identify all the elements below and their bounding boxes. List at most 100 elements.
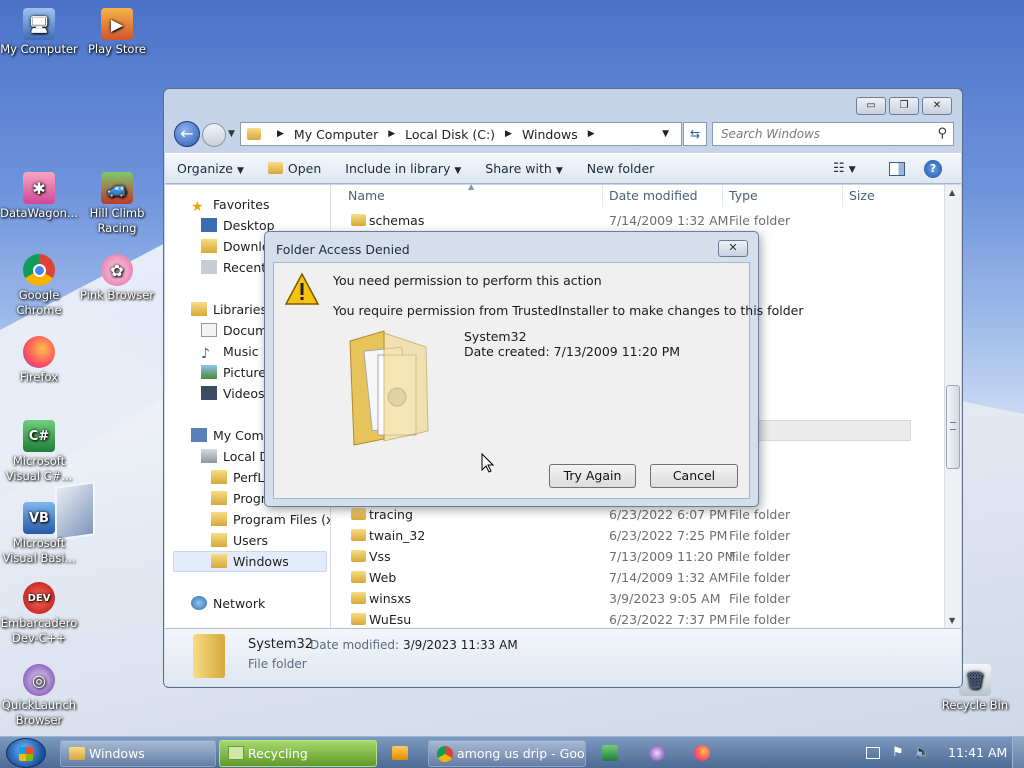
- scroll-up-icon[interactable]: ▲: [949, 188, 955, 197]
- desktop-icon-firefox[interactable]: Firefox: [0, 336, 78, 385]
- search-input[interactable]: Search Windows ⚲: [712, 122, 954, 146]
- forward-button[interactable]: [202, 123, 226, 147]
- table-row[interactable]: winsxs 3/9/2023 9:05 AM File folder: [331, 588, 951, 609]
- show-desktop-button[interactable]: [1012, 737, 1024, 768]
- breadcrumb-windows[interactable]: Windows: [522, 127, 578, 142]
- scroll-down-icon[interactable]: ▼: [949, 616, 955, 625]
- search-icon[interactable]: ⚲: [937, 126, 947, 141]
- vertical-scrollbar[interactable]: ▲ ▼: [944, 185, 961, 628]
- nav-local-disk[interactable]: Local Di: [201, 449, 272, 464]
- taskbar-item-chrome[interactable]: among us drip - Goo...: [428, 740, 586, 767]
- table-row[interactable]: WuEsu 6/23/2022 7:37 PM File folder: [331, 609, 951, 628]
- try-again-button[interactable]: Try Again: [549, 464, 636, 488]
- nav-downloads[interactable]: Downlo: [201, 239, 270, 254]
- desktop-icon-my-computer[interactable]: 🖥 My Computer: [0, 8, 78, 57]
- desktop-icon-pink-browser[interactable]: ✿ Pink Browser: [78, 254, 156, 303]
- nav-perflogs[interactable]: PerfLo: [211, 470, 272, 485]
- nav-videos[interactable]: Videos: [201, 386, 265, 401]
- folder-icon: [211, 512, 227, 526]
- nav-pictures[interactable]: Pictures: [201, 365, 273, 380]
- mouse-cursor-icon: [481, 452, 494, 473]
- chevron-right-icon[interactable]: ▶: [277, 129, 284, 139]
- taskbar-item-windows-explorer[interactable]: Windows: [60, 740, 216, 767]
- desktop-icon-visual-csharp[interactable]: C# Microsoft Visual C#...: [0, 420, 78, 484]
- start-button[interactable]: [6, 738, 46, 768]
- nav-windows[interactable]: Windows: [211, 554, 289, 569]
- quicklaunch-icon[interactable]: [649, 745, 665, 761]
- organize-button[interactable]: Organize ▼: [165, 161, 256, 176]
- table-row[interactable]: twain_32 6/23/2022 7:25 PM File folder: [331, 525, 951, 546]
- firefox-icon[interactable]: [694, 745, 710, 761]
- folder-icon: [351, 550, 366, 562]
- pink-browser-icon: ✿: [101, 254, 133, 286]
- chevron-right-icon[interactable]: ▶: [588, 129, 595, 139]
- scrollbar-thumb[interactable]: [946, 385, 960, 469]
- firefox-icon: [23, 336, 55, 368]
- nav-desktop[interactable]: Desktop: [201, 218, 275, 233]
- row-date: 6/23/2022 7:37 PM: [609, 612, 728, 627]
- refresh-button[interactable]: ⇆: [683, 122, 707, 146]
- help-icon[interactable]: ?: [924, 159, 942, 178]
- nav-network[interactable]: Network: [191, 596, 265, 611]
- folder-icon: [247, 128, 261, 140]
- desktop-icon-play-store[interactable]: ▶ Play Store: [78, 8, 156, 57]
- close-button[interactable]: ✕: [922, 97, 952, 115]
- desktop-icon-devcpp[interactable]: DEV Embarcadero Dev-C++: [0, 582, 78, 646]
- details-date-label: Date modified:: [310, 638, 400, 652]
- chevron-down-icon: ▼: [236, 166, 244, 176]
- nav-libraries[interactable]: Libraries: [191, 302, 267, 317]
- tray-volume-icon[interactable]: 🔈: [914, 745, 930, 760]
- address-bar[interactable]: ▶ My Computer ▶ Local Disk (C:) ▶ Window…: [240, 122, 682, 146]
- column-header-name[interactable]: Name: [331, 185, 603, 207]
- desktop-icon-visual-basic[interactable]: VB Microsoft Visual Basi...: [0, 502, 78, 566]
- address-dropdown-icon[interactable]: ▼: [662, 129, 669, 139]
- open-button[interactable]: Open: [256, 161, 333, 176]
- folder-access-denied-dialog[interactable]: Folder Access Denied ✕ You need permissi…: [264, 231, 803, 507]
- row-type: File folder: [729, 591, 791, 606]
- nav-users[interactable]: Users: [211, 533, 268, 548]
- nav-favorites[interactable]: ★ Favorites: [191, 197, 269, 215]
- desktop-icon-label: QuickLaunch Browser: [1, 698, 77, 727]
- table-row[interactable]: schemas 7/14/2009 1:32 AM File folder: [331, 210, 951, 231]
- table-row[interactable]: Web 7/14/2009 1:32 AM File folder: [331, 567, 951, 588]
- column-header-date[interactable]: Date modified: [603, 185, 723, 207]
- back-button[interactable]: ←: [174, 121, 200, 147]
- chevron-right-icon[interactable]: ▶: [388, 129, 395, 139]
- media-player-icon[interactable]: [392, 746, 408, 760]
- table-row[interactable]: Vss 7/13/2009 11:20 PM File folder: [331, 546, 951, 567]
- nav-music[interactable]: ♪ Music: [201, 344, 259, 362]
- minimize-button[interactable]: ▭: [856, 97, 886, 115]
- videos-icon: [201, 386, 217, 400]
- dialog-close-button[interactable]: ✕: [718, 240, 748, 257]
- desktop-icon-hill-climb[interactable]: 🚙 Hill Climb Racing: [78, 172, 156, 236]
- chevron-right-icon[interactable]: ▶: [505, 129, 512, 139]
- share-with-button[interactable]: Share with ▼: [473, 161, 574, 176]
- include-in-library-button[interactable]: Include in library ▼: [333, 161, 473, 176]
- search-placeholder: Search Windows: [721, 127, 821, 141]
- row-date: 3/9/2023 9:05 AM: [609, 591, 721, 606]
- column-header-type[interactable]: Type: [723, 185, 843, 207]
- desktop-icon-label: Firefox: [19, 370, 59, 384]
- desktop-icon-chrome[interactable]: Google Chrome: [0, 254, 78, 318]
- table-row[interactable]: tracing 6/23/2022 6:07 PM File folder: [331, 504, 951, 525]
- clock[interactable]: 11:41 AM: [948, 745, 1007, 760]
- preview-pane-icon[interactable]: [889, 161, 905, 176]
- tray-network-icon[interactable]: [866, 747, 880, 759]
- desktop-icon-quicklaunch[interactable]: ◎ QuickLaunch Browser: [0, 664, 78, 728]
- column-header-size[interactable]: Size: [843, 185, 943, 207]
- visual-csharp-icon[interactable]: [602, 745, 618, 761]
- nav-my-computer[interactable]: My Comp: [191, 428, 272, 443]
- tray-flag-icon[interactable]: ⚑: [892, 745, 904, 760]
- new-folder-button[interactable]: New folder: [575, 161, 667, 176]
- desktop-icon-datawagon[interactable]: ✱ DataWagon...: [0, 172, 78, 221]
- column-label: Date modified: [609, 188, 698, 203]
- maximize-button[interactable]: ❐: [889, 97, 919, 115]
- nav-label: Music: [223, 344, 259, 359]
- recent-pages-dropdown[interactable]: ▼: [228, 129, 235, 139]
- cancel-button[interactable]: Cancel: [650, 464, 738, 488]
- nav-program-files-x86[interactable]: Program Files (x86: [211, 512, 330, 527]
- taskbar-item-recycling[interactable]: Recycling: [219, 740, 377, 767]
- breadcrumb-local-disk[interactable]: Local Disk (C:): [405, 127, 495, 142]
- view-options-button[interactable]: ☷ ▼: [833, 161, 856, 176]
- breadcrumb-my-computer[interactable]: My Computer: [294, 127, 378, 142]
